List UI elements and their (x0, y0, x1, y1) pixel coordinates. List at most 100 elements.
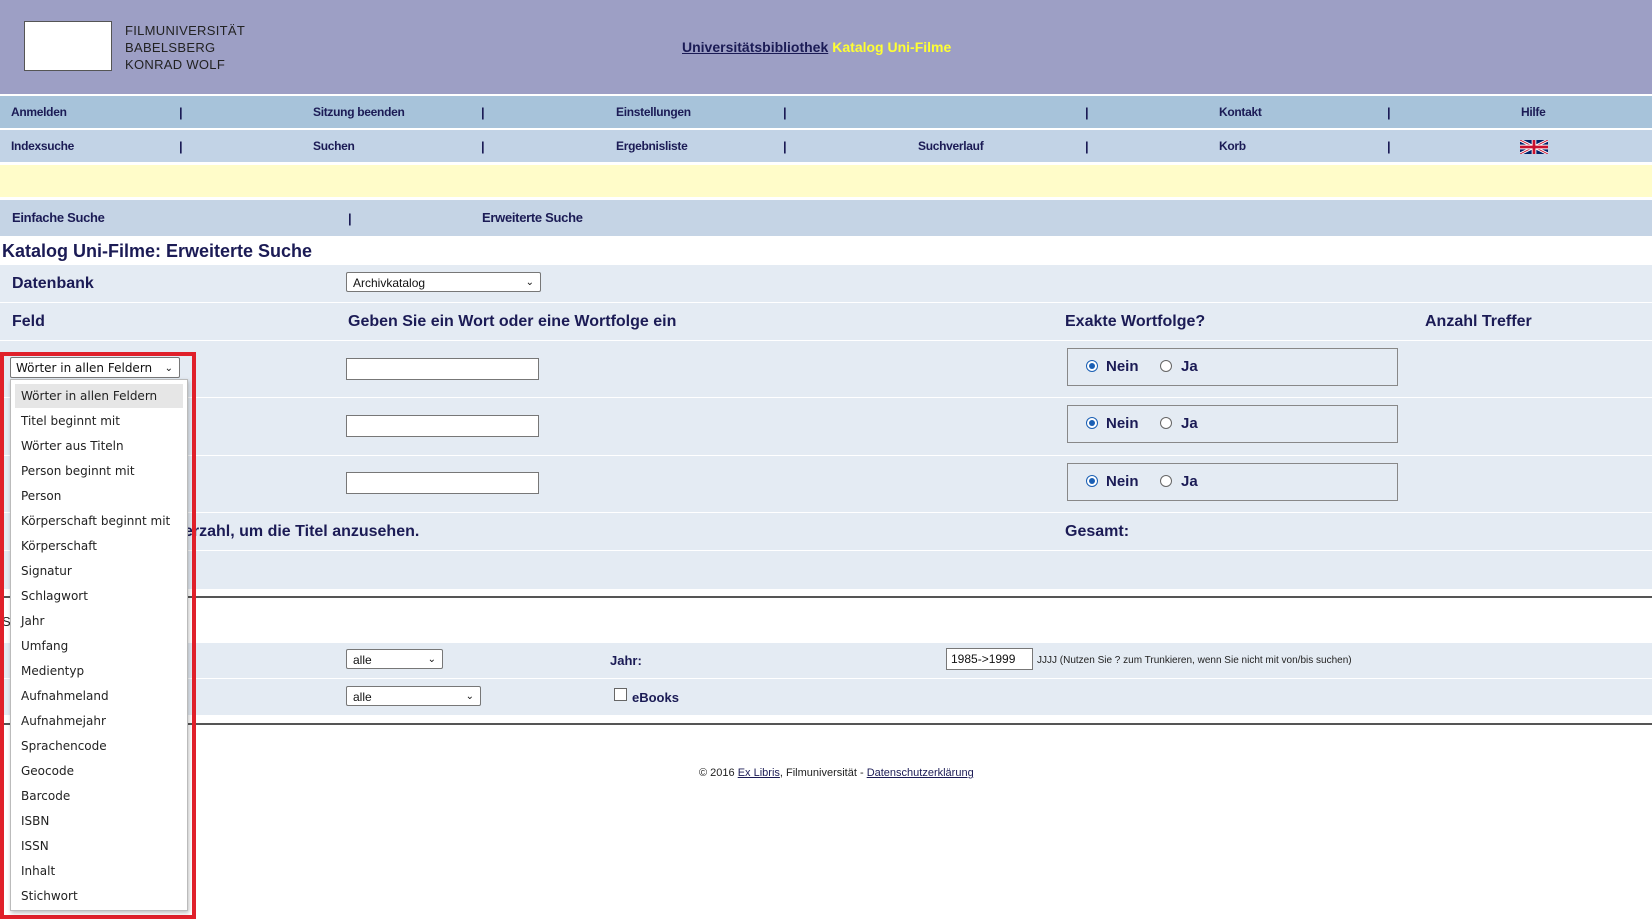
dropdown-option[interactable]: Aufnahmejahr (15, 709, 183, 733)
nav-separator: | (481, 139, 485, 154)
radio-yes-label: Ja (1181, 358, 1198, 375)
nav-index-search[interactable]: Indexsuche (11, 130, 74, 162)
header-links: Universitätsbibliothek Katalog Uni-Filme (682, 39, 951, 55)
dropdown-option[interactable]: ISBN (15, 809, 183, 833)
nav-end-session[interactable]: Sitzung beenden (313, 96, 405, 128)
chevron-down-icon: ⌄ (164, 363, 173, 374)
uk-flag-icon[interactable] (1520, 140, 1548, 154)
logo-line-3: KONRAD WOLF (125, 57, 226, 72)
radio-no-1[interactable] (1086, 360, 1098, 372)
search-row-3: Nein Ja (0, 455, 1652, 512)
radio-no-2[interactable] (1086, 417, 1098, 429)
database-select-value: Archivkatalog (353, 276, 426, 290)
ebooks-checkbox[interactable] (614, 688, 627, 701)
nav-separator: | (1085, 139, 1089, 154)
nav-result-list[interactable]: Ergebnisliste (616, 130, 688, 162)
radio-no-3[interactable] (1086, 475, 1098, 487)
filter-select-2[interactable]: alle ⌄ (346, 686, 481, 706)
nav-bar-top: Anmelden | Sitzung beenden | Einstellung… (0, 96, 1652, 128)
radio-no-label: Nein (1106, 415, 1139, 432)
dropdown-option[interactable]: Person (15, 484, 183, 508)
message-bar (0, 165, 1652, 197)
dropdown-option[interactable]: Schlagwort (15, 584, 183, 608)
radio-yes-1[interactable] (1160, 360, 1172, 372)
dropdown-option[interactable]: Inhalt (15, 859, 183, 883)
privacy-link[interactable]: Datenschutzerklärung (867, 767, 974, 779)
catalog-name: Katalog Uni-Filme (832, 39, 952, 55)
results-hint-text: erzahl, um die Titel anzusehen. (184, 523, 420, 540)
column-header-row: Feld Geben Sie ein Wort oder eine Wortfo… (0, 302, 1652, 340)
search-input-2[interactable] (346, 415, 539, 437)
dropdown-option[interactable]: Umfang (15, 634, 183, 658)
exact-column-header: Exakte Wortfolge? (1065, 313, 1206, 330)
nav-settings[interactable]: Einstellungen (616, 96, 691, 128)
nav-separator: | (179, 105, 183, 120)
dropdown-option[interactable]: ISSN (15, 834, 183, 858)
filter-row-1: alle ⌄ Jahr: 1985->1999 JJJJ (Nutzen Sie… (0, 642, 1652, 678)
search-input-1[interactable] (346, 358, 539, 380)
year-hint: JJJJ (Nutzen Sie ? zum Trunkieren, wenn … (1037, 655, 1352, 666)
header: FILMUNIVERSITÄT BABELSBERG KONRAD WOLF U… (0, 0, 1652, 94)
dropdown-option[interactable]: Person beginnt mit (15, 459, 183, 483)
exlibris-link[interactable]: Ex Libris (738, 767, 780, 779)
radio-yes-2[interactable] (1160, 417, 1172, 429)
nav-contact[interactable]: Kontakt (1219, 96, 1262, 128)
library-link[interactable]: Universitätsbibliothek (682, 39, 828, 55)
filter-select-2-value: alle (353, 690, 372, 704)
exact-phrase-group-2: Nein Ja (1067, 405, 1398, 443)
database-select[interactable]: Archivkatalog ⌄ (346, 272, 541, 292)
hits-column-header: Anzahl Treffer (1425, 313, 1532, 330)
dropdown-option[interactable]: Geocode (15, 759, 183, 783)
tab-simple-search[interactable]: Einfache Suche (12, 200, 105, 236)
dropdown-option[interactable]: Sprachencode (15, 734, 183, 758)
filter-row-2: alle ⌄ eBooks (0, 678, 1652, 715)
chevron-down-icon: ⌄ (525, 277, 534, 288)
dropdown-option[interactable]: Stichwort (15, 884, 183, 908)
filter-select-1[interactable]: alle ⌄ (346, 649, 443, 669)
total-label: Gesamt: (1065, 523, 1130, 540)
nav-search-history[interactable]: Suchverlauf (918, 130, 984, 162)
dropdown-option[interactable]: Barcode (15, 784, 183, 808)
dropdown-option[interactable]: Aufnahmeland (15, 684, 183, 708)
radio-yes-3[interactable] (1160, 475, 1172, 487)
logo-line-1: FILMUNIVERSITÄT (125, 23, 246, 38)
nav-separator: | (179, 139, 183, 154)
field-column-header: Feld (12, 313, 45, 330)
dropdown-option[interactable]: Körperschaft beginnt mit (15, 509, 183, 533)
dropdown-option[interactable]: Medientyp (15, 659, 183, 683)
footer-middle: , Filmuniversität - (779, 767, 867, 779)
section-divider (0, 596, 1652, 598)
database-label: Datenbank (12, 275, 94, 292)
footer: © 2016 Ex Libris, Filmuniversität - Date… (699, 767, 974, 779)
dropdown-option[interactable]: Titel beginnt mit (15, 409, 183, 433)
search-input-3[interactable] (346, 472, 539, 494)
dropdown-option[interactable]: Körperschaft (15, 534, 183, 558)
footer-copyright: © 2016 (699, 767, 735, 779)
dropdown-option[interactable]: Signatur (15, 559, 183, 583)
database-row: Datenbank Archivkatalog ⌄ (0, 264, 1652, 302)
field-select-value: Wörter in allen Feldern (16, 361, 153, 375)
year-input[interactable]: 1985->1999 (946, 648, 1033, 670)
nav-help[interactable]: Hilfe (1521, 96, 1546, 128)
search-row-2: Nein Ja (0, 397, 1652, 455)
year-label: Jahr: (610, 653, 642, 668)
tab-advanced-search[interactable]: Erweiterte Suche (482, 200, 583, 236)
dropdown-option[interactable]: Wörter in allen Feldern (15, 384, 183, 408)
field-dropdown-list: Wörter in allen Feldern Titel beginnt mit… (10, 379, 188, 911)
nav-separator: | (783, 105, 787, 120)
field-select-1[interactable]: Wörter in allen Feldern ⌄ (10, 357, 180, 378)
chevron-down-icon: ⌄ (465, 691, 474, 702)
nav-basket[interactable]: Korb (1219, 130, 1246, 162)
nav-search[interactable]: Suchen (313, 130, 355, 162)
dropdown-option[interactable]: Wörter aus Titeln (15, 434, 183, 458)
radio-no-label: Nein (1106, 358, 1139, 375)
radio-yes-label: Ja (1181, 415, 1198, 432)
dropdown-option[interactable]: Jahr (15, 609, 183, 633)
university-name: FILMUNIVERSITÄT BABELSBERG KONRAD WOLF (125, 22, 245, 73)
university-logo[interactable] (24, 21, 112, 71)
exact-phrase-group-3: Nein Ja (1067, 463, 1398, 501)
logo-line-2: BABELSBERG (125, 40, 216, 55)
filter-select-1-value: alle (353, 653, 372, 667)
nav-login[interactable]: Anmelden (11, 96, 67, 128)
button-row (0, 550, 1652, 589)
